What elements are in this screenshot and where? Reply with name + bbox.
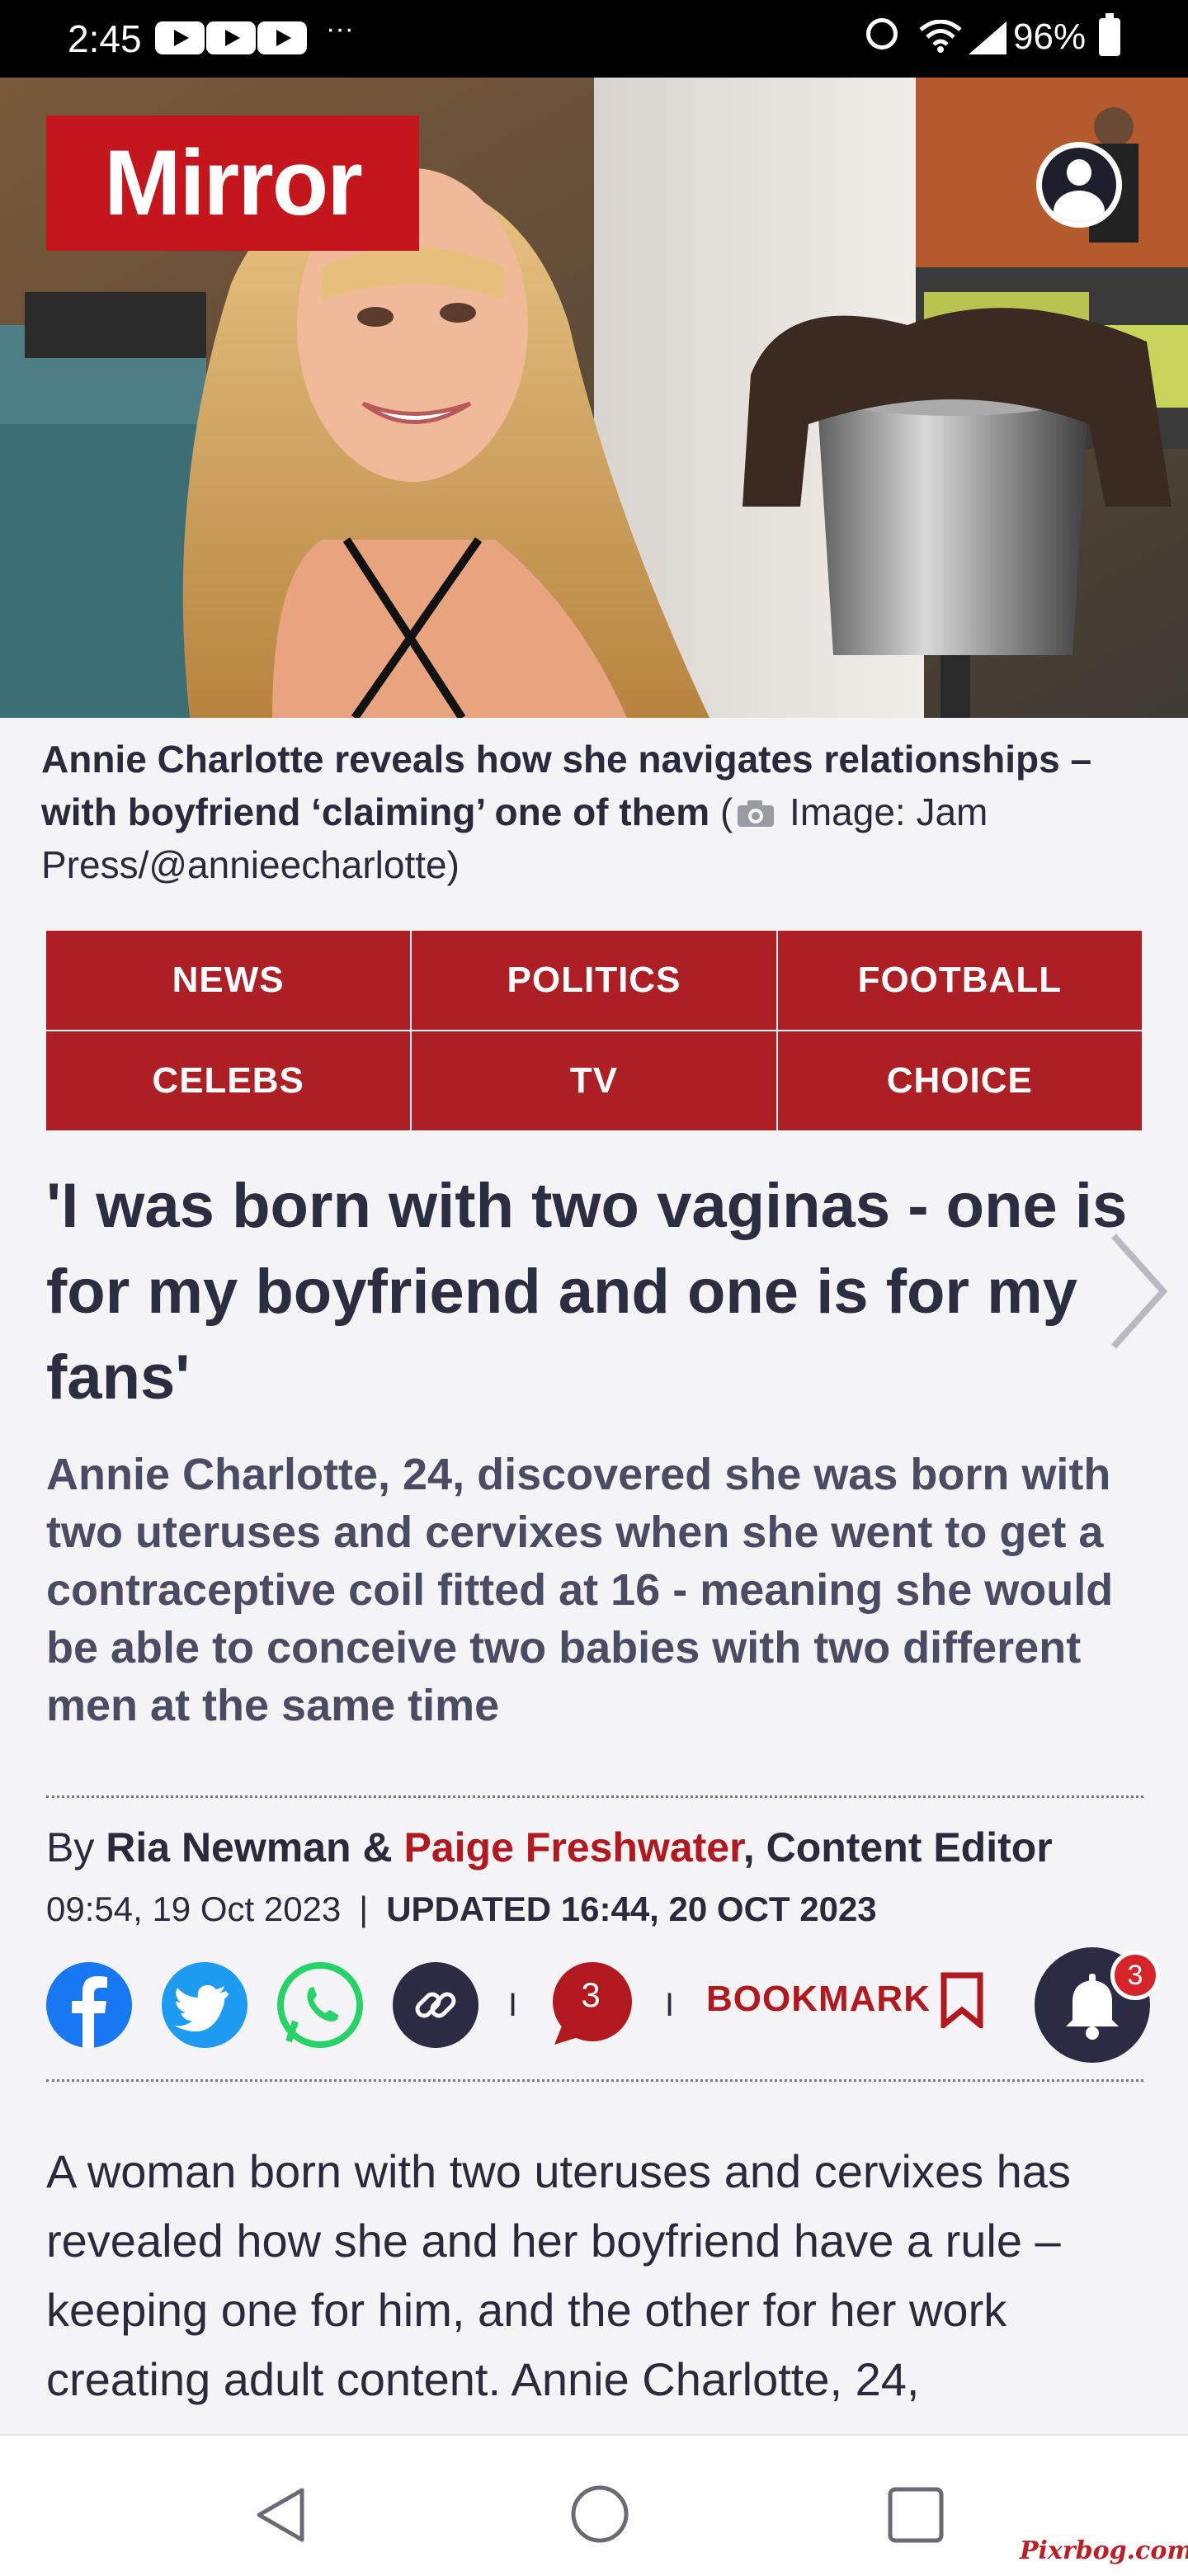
share-separator: I [508, 1987, 518, 2023]
whatsapp-icon [277, 1962, 363, 2048]
signal-icon [969, 21, 1006, 54]
nav-choice[interactable]: CHOICE [777, 1031, 1142, 1130]
status-time: 2:45 [68, 17, 142, 60]
byline: By Ria Newman & Paige Freshwater, Conten… [46, 1823, 1053, 1871]
bookmark-icon[interactable] [939, 1972, 985, 2028]
author-paige-freshwater[interactable]: Paige Freshwater [403, 1824, 742, 1871]
facebook-share-button[interactable] [46, 1962, 132, 2048]
nav-politics[interactable]: POLITICS [412, 931, 776, 1030]
youtube-icon [206, 21, 256, 54]
android-nav-bar: Pixrbog.com [0, 2434, 1188, 2576]
youtube-icon [257, 21, 307, 54]
share-separator: I [665, 1987, 675, 2023]
author-ria-newman[interactable]: Ria Newman [106, 1824, 351, 1871]
chevron-right-icon[interactable] [1106, 1229, 1172, 1353]
updated-time: UPDATED 16:44, 20 OCT 2023 [386, 1890, 877, 1928]
date-separator: | [359, 1890, 369, 1928]
byline-amp: & [351, 1824, 404, 1871]
camera-icon [738, 800, 775, 827]
facebook-icon [46, 1962, 132, 2048]
notification-badge: 3 [1110, 1951, 1160, 2000]
bookmark-button[interactable]: BOOKMARK [706, 1979, 931, 2020]
nav-news[interactable]: NEWS [46, 931, 411, 1030]
comments-button[interactable]: 3 [548, 1962, 637, 2048]
comment-count: 3 [581, 1975, 601, 2014]
byline-by: By [46, 1824, 106, 1871]
hero-image: Mirror [0, 78, 1188, 718]
nav-football[interactable]: FOOTBALL [777, 931, 1142, 1030]
alarm-icon [866, 18, 898, 50]
divider [46, 1795, 1143, 1798]
back-icon[interactable] [252, 2485, 307, 2545]
article-standfirst: Annie Charlotte, 24, discovered she was … [46, 1450, 1114, 1730]
wifi-icon [919, 20, 962, 53]
battery-icon [1099, 13, 1120, 56]
author-role: , Content Editor [742, 1824, 1053, 1871]
article-headline: 'I was born with two vaginas - one is fo… [46, 1171, 1128, 1413]
account-icon[interactable] [1036, 142, 1122, 228]
publish-dates: 09:54, 19 Oct 2023 | UPDATED 16:44, 20 OCT… [46, 1890, 877, 1929]
whatsapp-share-button[interactable] [277, 1962, 363, 2048]
twitter-share-button[interactable] [162, 1962, 248, 2048]
youtube-icon [155, 21, 205, 54]
status-bar: 2:45 ··· 96% [0, 0, 1188, 78]
link-icon [393, 1962, 478, 2048]
section-nav: NEWS POLITICS FOOTBALL CELEBS TV CHOICE [46, 931, 1142, 1130]
published-time: 09:54, 19 Oct 2023 [46, 1890, 342, 1928]
mirror-logo[interactable]: Mirror [46, 116, 419, 251]
nav-celebs[interactable]: CELEBS [46, 1031, 411, 1130]
article-body: A woman born with two uteruses and cervi… [46, 2145, 1071, 2405]
image-caption: Annie Charlotte reveals how she navigate… [41, 733, 1155, 891]
caption-open: ( [710, 790, 733, 833]
twitter-icon [162, 1962, 248, 2048]
divider [46, 2079, 1143, 2082]
watermark: Pixrbog.com [1020, 2536, 1188, 2565]
copy-link-button[interactable] [393, 1962, 478, 2048]
recents-icon[interactable] [886, 2485, 945, 2545]
home-icon[interactable] [569, 2484, 630, 2545]
battery-percentage: 96% [1013, 17, 1087, 57]
nav-tv[interactable]: TV [412, 1031, 776, 1130]
status-overflow: ··· [326, 13, 354, 45]
